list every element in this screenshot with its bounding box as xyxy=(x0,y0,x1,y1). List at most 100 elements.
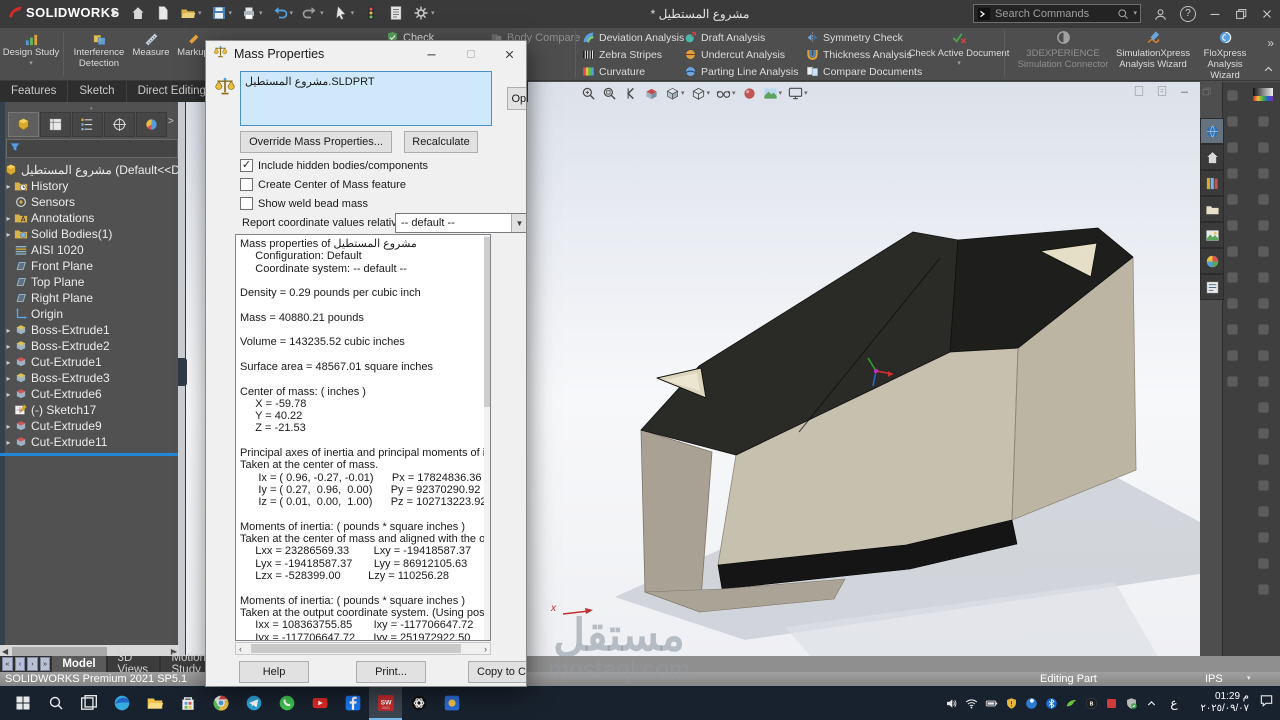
expand-arrow-icon[interactable]: ▸ xyxy=(3,422,14,431)
rollback-bar[interactable] xyxy=(0,453,179,456)
tree-item-history[interactable]: ▸History xyxy=(0,178,179,194)
qa-open-button[interactable]: ▾ xyxy=(180,5,202,21)
search-commands-box[interactable]: Search Commands ▾ xyxy=(973,4,1141,23)
panel-tab-dimxpertmanager[interactable] xyxy=(104,112,135,137)
tree-item-boss-extrude2[interactable]: ▸Boss-Extrude2 xyxy=(0,338,179,354)
compare-documents-button[interactable]: Compare Documents xyxy=(806,63,922,80)
taskpane-tab-custom-properties[interactable] xyxy=(1200,274,1224,300)
tree-item-boss-extrude1[interactable]: ▸Boss-Extrude1 xyxy=(0,322,179,338)
qa-file-properties-button[interactable] xyxy=(388,5,404,21)
panel-tab-displaymanager[interactable] xyxy=(136,112,167,137)
qa-select-button[interactable]: ▾ xyxy=(333,5,355,21)
tree-filter-input[interactable] xyxy=(24,142,175,156)
tray-red-cube-button[interactable] xyxy=(1104,697,1119,710)
tray-wrench-button[interactable] xyxy=(1024,697,1039,710)
headsup-section-view-button[interactable] xyxy=(644,86,659,101)
checkbox-include-hidden-bodies-components[interactable]: ✓Include hidden bodies/components xyxy=(240,159,428,172)
ribbon-collapse-button[interactable] xyxy=(1263,62,1274,80)
qa-options-button[interactable]: ▾ xyxy=(413,5,435,21)
tree-item-solid-bodies-1[interactable]: ▸Solid Bodies(1) xyxy=(0,226,179,242)
dialog-close-button[interactable] xyxy=(494,41,524,67)
view-tab-model[interactable]: Model xyxy=(52,656,105,672)
taskbar-search-button[interactable] xyxy=(39,686,72,720)
checkbox-show-weld-bead-mass[interactable]: Show weld bead mass xyxy=(240,197,368,210)
taskpane-tab-3dexperience-marketplace[interactable] xyxy=(1200,118,1224,144)
tray-tray-expand-button[interactable] xyxy=(1144,697,1159,710)
tree-item-annotations[interactable]: ▸Annotations xyxy=(0,210,179,226)
taskpane-tab-design-library[interactable] xyxy=(1200,170,1224,196)
user-account-button[interactable] xyxy=(1147,0,1173,28)
headsup-display-style-dropdown-icon[interactable]: ▾ xyxy=(707,90,711,97)
taskpane-tab-solidworks-resources[interactable] xyxy=(1200,144,1224,170)
headsup-previous-view-button[interactable] xyxy=(623,86,638,101)
help-button[interactable]: ? xyxy=(1175,0,1201,28)
tray-green-swoosh-button[interactable] xyxy=(1064,697,1079,710)
headsup-view-orientation-button[interactable]: ▾ xyxy=(665,86,685,101)
check-active-document-button[interactable]: Check Active Document ▾ xyxy=(908,30,1010,67)
logo-expand-arrow-icon[interactable]: ▶ xyxy=(112,7,119,18)
deviation-analysis-button[interactable]: Deviation Analysis xyxy=(582,29,684,46)
taskpane-tab-appearances-scenes[interactable] xyxy=(1200,248,1224,274)
appearance-swatch[interactable] xyxy=(1253,88,1273,101)
parting-line-analysis-button[interactable]: Parting Line Analysis xyxy=(684,63,798,80)
qa-save-button[interactable]: ▾ xyxy=(211,5,233,21)
tree-item-top-plane[interactable]: Top Plane xyxy=(0,274,179,290)
qa-undo-button[interactable]: ▾ xyxy=(272,5,294,21)
panel-tab-featuremanager[interactable] xyxy=(8,112,39,137)
doc-page-icon-2[interactable] xyxy=(1156,85,1168,97)
checkbox-unchecked-icon[interactable] xyxy=(240,178,253,191)
tree-root-item[interactable]: مشروع المستطيل (Default<<Default xyxy=(0,162,179,178)
zebra-stripes-button[interactable]: Zebra Stripes xyxy=(582,46,684,63)
taskbar-store-button[interactable] xyxy=(171,686,204,720)
symmetry-check-button[interactable]: Symmetry Check xyxy=(806,29,922,46)
design-study-button[interactable]: Design Study▾ xyxy=(2,30,60,78)
taskbar-app-blue-button[interactable] xyxy=(435,686,468,720)
tray-bb-button[interactable]: B xyxy=(1084,697,1099,710)
keyboard-language[interactable]: ع xyxy=(1164,696,1184,710)
mass-properties-report[interactable]: Mass properties of مشروع المستطيل Config… xyxy=(235,234,491,641)
expand-arrow-icon[interactable]: ▸ xyxy=(3,182,14,191)
expand-arrow-icon[interactable]: ▸ xyxy=(3,358,14,367)
taskpane-tab-file-explorer-pane[interactable] xyxy=(1200,196,1224,222)
interference-detection-button[interactable]: Interference Detection xyxy=(67,30,131,78)
qa-new-document-button[interactable] xyxy=(155,5,171,21)
expand-arrow-icon[interactable]: ▸ xyxy=(3,342,14,351)
recalculate-button[interactable]: Recalculate xyxy=(404,131,478,153)
print-button[interactable]: Print... xyxy=(356,661,426,683)
qa-undo-dropdown-icon[interactable]: ▾ xyxy=(290,10,294,17)
taskbar-facebook-button[interactable] xyxy=(336,686,369,720)
tree-item-cut-extrude9[interactable]: ▸Cut-Extrude9 xyxy=(0,418,179,434)
window-close-button[interactable] xyxy=(1254,0,1280,28)
taskbar-start-button[interactable] xyxy=(6,686,39,720)
qa-print-dropdown-icon[interactable]: ▾ xyxy=(259,10,263,17)
panel-tab-configurationmanager[interactable] xyxy=(72,112,103,137)
tray-shield-alert-button[interactable] xyxy=(1004,697,1019,710)
tree-item-cut-extrude1[interactable]: ▸Cut-Extrude1 xyxy=(0,354,179,370)
tray-battery-button[interactable] xyxy=(984,697,999,710)
headsup-view-settings-button[interactable]: ▾ xyxy=(788,86,808,101)
expand-arrow-icon[interactable]: ▸ xyxy=(3,326,14,335)
headsup-apply-scene-button[interactable]: ▾ xyxy=(763,86,783,101)
options-button[interactable]: Options... xyxy=(507,87,527,110)
window-minimize-button[interactable] xyxy=(1202,0,1228,28)
report-hscroll-thumb[interactable] xyxy=(251,644,461,653)
simulationxpress-wizard-button[interactable]: SimulationXpress Analysis Wizard xyxy=(1116,30,1190,71)
taskbar-youtube-button[interactable] xyxy=(303,686,336,720)
expand-arrow-icon[interactable]: ▸ xyxy=(3,374,14,383)
undercut-analysis-button[interactable]: Undercut Analysis xyxy=(684,46,798,63)
tree-item-sketch17[interactable]: (-) Sketch17 xyxy=(0,402,179,418)
curvature-button[interactable]: Curvature xyxy=(582,63,684,80)
headsup-edit-appearance-button[interactable] xyxy=(742,86,757,101)
tray-shield-check-button[interactable] xyxy=(1124,697,1139,710)
copy-to-clipboard-button[interactable]: Copy to Clipboard xyxy=(468,661,527,683)
headsup-view-orientation-dropdown-icon[interactable]: ▾ xyxy=(681,90,685,97)
view-nav-button[interactable]: › xyxy=(27,657,38,671)
units-label[interactable]: IPS xyxy=(1205,673,1223,685)
qa-home-button[interactable] xyxy=(130,5,146,21)
ribbon-overflow-button[interactable]: » xyxy=(1267,36,1274,50)
headsup-view-settings-dropdown-icon[interactable]: ▾ xyxy=(804,90,808,97)
tree-item-front-plane[interactable]: Front Plane xyxy=(0,258,179,274)
tab-features[interactable]: Features xyxy=(0,80,68,102)
qa-options-dropdown-icon[interactable]: ▾ xyxy=(431,10,435,17)
floxpress-wizard-button[interactable]: FloXpress Analysis Wizard xyxy=(1194,30,1256,82)
